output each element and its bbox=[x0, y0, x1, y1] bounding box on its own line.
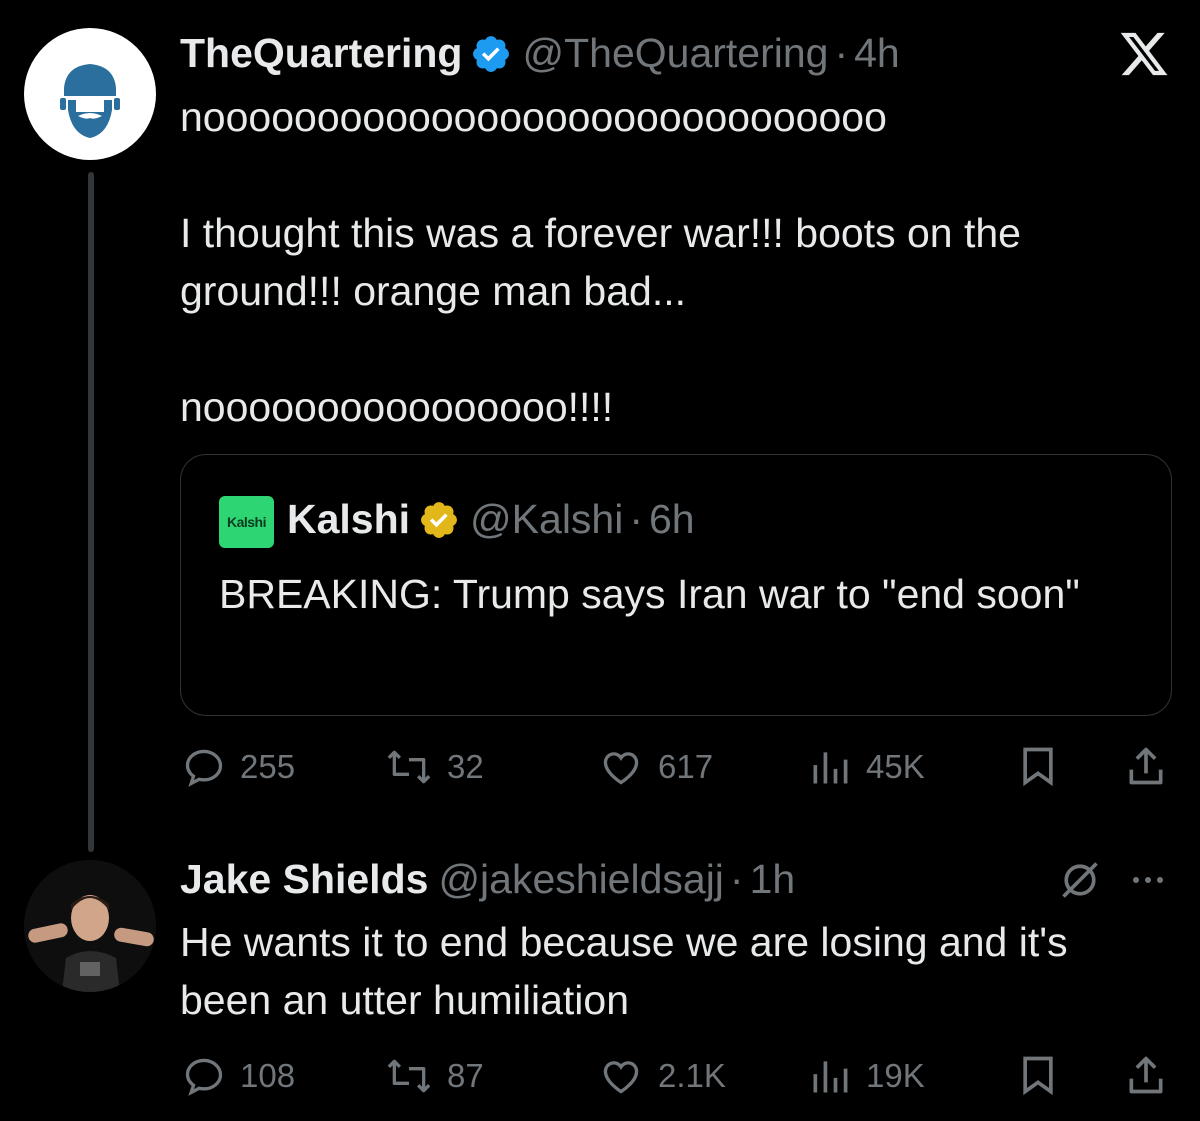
verified-badge-icon bbox=[470, 33, 512, 75]
reply-count: 255 bbox=[240, 748, 296, 785]
share-icon bbox=[1129, 1056, 1163, 1094]
views-button[interactable]: 45K bbox=[808, 745, 925, 789]
quote-author-handle[interactable]: @Kalshi bbox=[470, 496, 623, 543]
repost-button[interactable]: 32 bbox=[385, 745, 484, 789]
like-button[interactable]: 2.1K bbox=[598, 1054, 726, 1098]
separator-dot: · bbox=[729, 856, 744, 902]
author-handle[interactable]: @jakeshieldsajj bbox=[438, 856, 723, 903]
timestamp[interactable]: 4h bbox=[854, 30, 900, 77]
share-button[interactable] bbox=[1124, 1052, 1168, 1103]
views-button[interactable]: 19K bbox=[808, 1054, 925, 1098]
bookmark-icon bbox=[1023, 1056, 1053, 1096]
views-icon bbox=[813, 752, 848, 784]
kalshi-logo-text: Kalshi bbox=[226, 514, 267, 530]
like-icon bbox=[603, 752, 639, 785]
reply-button[interactable]: 108 bbox=[182, 1054, 295, 1098]
reply-icon bbox=[185, 1058, 223, 1096]
more-button[interactable] bbox=[1128, 862, 1168, 903]
tweet1-text: noooooooooooooooooooooooooooooo I though… bbox=[180, 94, 1021, 430]
quote-header: Kalshi @Kalshi · 6h bbox=[287, 496, 695, 543]
repost-icon bbox=[387, 1059, 431, 1093]
like-icon bbox=[603, 1061, 639, 1094]
share-button[interactable] bbox=[1124, 743, 1168, 794]
tweet2-header: Jake Shields @jakeshieldsajj · 1h bbox=[180, 856, 795, 903]
tweet2-text: He wants it to end because we are losing… bbox=[180, 919, 1079, 1023]
repost-button[interactable]: 87 bbox=[385, 1054, 484, 1098]
tweet1-header: TheQuartering @TheQuartering · 4h bbox=[180, 30, 900, 77]
reply-count: 108 bbox=[240, 1057, 296, 1094]
views-count: 19K bbox=[866, 1057, 925, 1094]
author-handle[interactable]: @TheQuartering bbox=[522, 30, 828, 77]
timestamp[interactable]: 1h bbox=[750, 856, 796, 903]
bookmark-icon bbox=[1023, 747, 1053, 787]
gold-verified-badge-icon bbox=[418, 499, 460, 541]
avatar-thequartering[interactable] bbox=[24, 28, 156, 160]
repost-count: 87 bbox=[447, 1057, 484, 1094]
bookmark-button[interactable] bbox=[1016, 743, 1060, 794]
bookmark-button[interactable] bbox=[1016, 1052, 1060, 1103]
x-logo-icon bbox=[1118, 28, 1170, 80]
quote-author-name[interactable]: Kalshi bbox=[287, 496, 410, 543]
kalshi-avatar[interactable]: Kalshi bbox=[219, 496, 274, 548]
reply-button[interactable]: 255 bbox=[182, 745, 295, 789]
thread-line bbox=[88, 172, 94, 852]
repost-count: 32 bbox=[447, 748, 484, 785]
separator-dot: · bbox=[629, 496, 643, 542]
quote-text: BREAKING: Trump says Iran war to "end so… bbox=[219, 571, 1080, 617]
reply-icon bbox=[185, 749, 223, 787]
avatar-jakeshields[interactable] bbox=[24, 860, 156, 992]
like-count: 617 bbox=[658, 748, 714, 785]
like-button[interactable]: 617 bbox=[598, 745, 713, 789]
author-name[interactable]: TheQuartering bbox=[180, 30, 462, 77]
grok-button[interactable] bbox=[1058, 858, 1102, 907]
views-icon bbox=[813, 1061, 848, 1093]
separator-dot: · bbox=[834, 30, 849, 76]
quote-timestamp[interactable]: 6h bbox=[649, 496, 695, 543]
more-icon bbox=[1133, 877, 1163, 883]
author-name[interactable]: Jake Shields bbox=[180, 856, 428, 903]
bearded-man-logo-icon bbox=[60, 64, 120, 138]
views-count: 45K bbox=[866, 748, 925, 785]
grok-icon bbox=[1062, 862, 1098, 898]
repost-icon bbox=[387, 750, 431, 784]
like-count: 2.1K bbox=[658, 1057, 726, 1094]
share-icon bbox=[1129, 747, 1163, 785]
profile-photo bbox=[24, 860, 156, 992]
